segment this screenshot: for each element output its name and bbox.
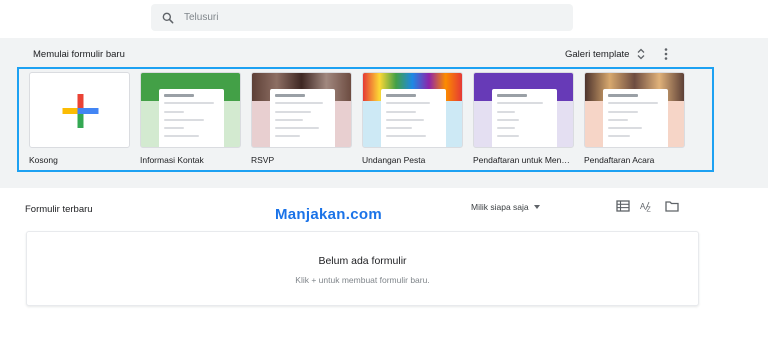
template-thumbnail: [29, 72, 130, 148]
template-label: Pendaftaran untuk Men…: [473, 155, 570, 165]
plus-icon: [62, 94, 99, 128]
template-label: Informasi Kontak: [140, 155, 204, 165]
thumbnail-form-preview: [492, 89, 557, 147]
template-label: Undangan Pesta: [362, 155, 426, 165]
empty-state-subtitle: Klik + untuk membuat formulir baru.: [295, 275, 430, 285]
thumbnail-form-preview: [603, 89, 668, 147]
template-thumbnail: [251, 72, 352, 148]
svg-text:A: A: [640, 202, 646, 211]
thumbnail-form-preview: [270, 89, 335, 147]
recent-forms-title: Formulir terbaru: [25, 204, 93, 215]
owner-filter-label: Milik siapa saja: [471, 202, 529, 212]
empty-state-card: Belum ada formulir Klik + untuk membuat …: [26, 231, 699, 306]
owner-filter-dropdown[interactable]: Milik siapa saja: [471, 202, 540, 212]
gallery-title: Memulai formulir baru: [33, 49, 125, 60]
thumbnail-form-preview: [159, 89, 224, 147]
template-card-rsvp[interactable]: RSVP: [251, 72, 352, 165]
svg-text:Z: Z: [647, 207, 652, 213]
template-gallery-button[interactable]: Galeri template: [565, 46, 645, 62]
more-vert-icon[interactable]: [660, 47, 672, 61]
folder-icon[interactable]: [665, 200, 679, 212]
template-thumbnail: [473, 72, 574, 148]
unfold-icon: [637, 48, 645, 60]
dropdown-arrow-icon: [533, 205, 540, 209]
top-bar: [0, 0, 768, 38]
search-icon: [162, 12, 174, 24]
search-box[interactable]: [151, 4, 573, 31]
template-thumbnail: [362, 72, 463, 148]
template-thumbnail: [140, 72, 241, 148]
thumbnail-form-preview: [381, 89, 446, 147]
template-gallery-label: Galeri template: [565, 48, 630, 60]
template-thumbnail: [584, 72, 685, 148]
template-card-registration[interactable]: Pendaftaran untuk Men…: [473, 72, 574, 165]
template-card-blank[interactable]: Kosong: [29, 72, 130, 165]
sort-az-icon[interactable]: A Z: [640, 200, 654, 212]
template-label: Kosong: [29, 155, 58, 165]
template-gallery: Memulai formulir baru Galeri template Ko…: [0, 38, 768, 188]
empty-state-title: Belum ada formulir: [318, 255, 407, 267]
search-input[interactable]: [184, 8, 554, 27]
list-view-icon[interactable]: [616, 200, 630, 212]
template-label: Pendaftaran Acara: [584, 155, 655, 165]
watermark-text: Manjakan.com: [275, 206, 382, 223]
template-label: RSVP: [251, 155, 275, 165]
template-card-party-invite[interactable]: Undangan Pesta: [362, 72, 463, 165]
template-card-contact-info[interactable]: Informasi Kontak: [140, 72, 241, 165]
template-card-event-registration[interactable]: Pendaftaran Acara: [584, 72, 685, 165]
